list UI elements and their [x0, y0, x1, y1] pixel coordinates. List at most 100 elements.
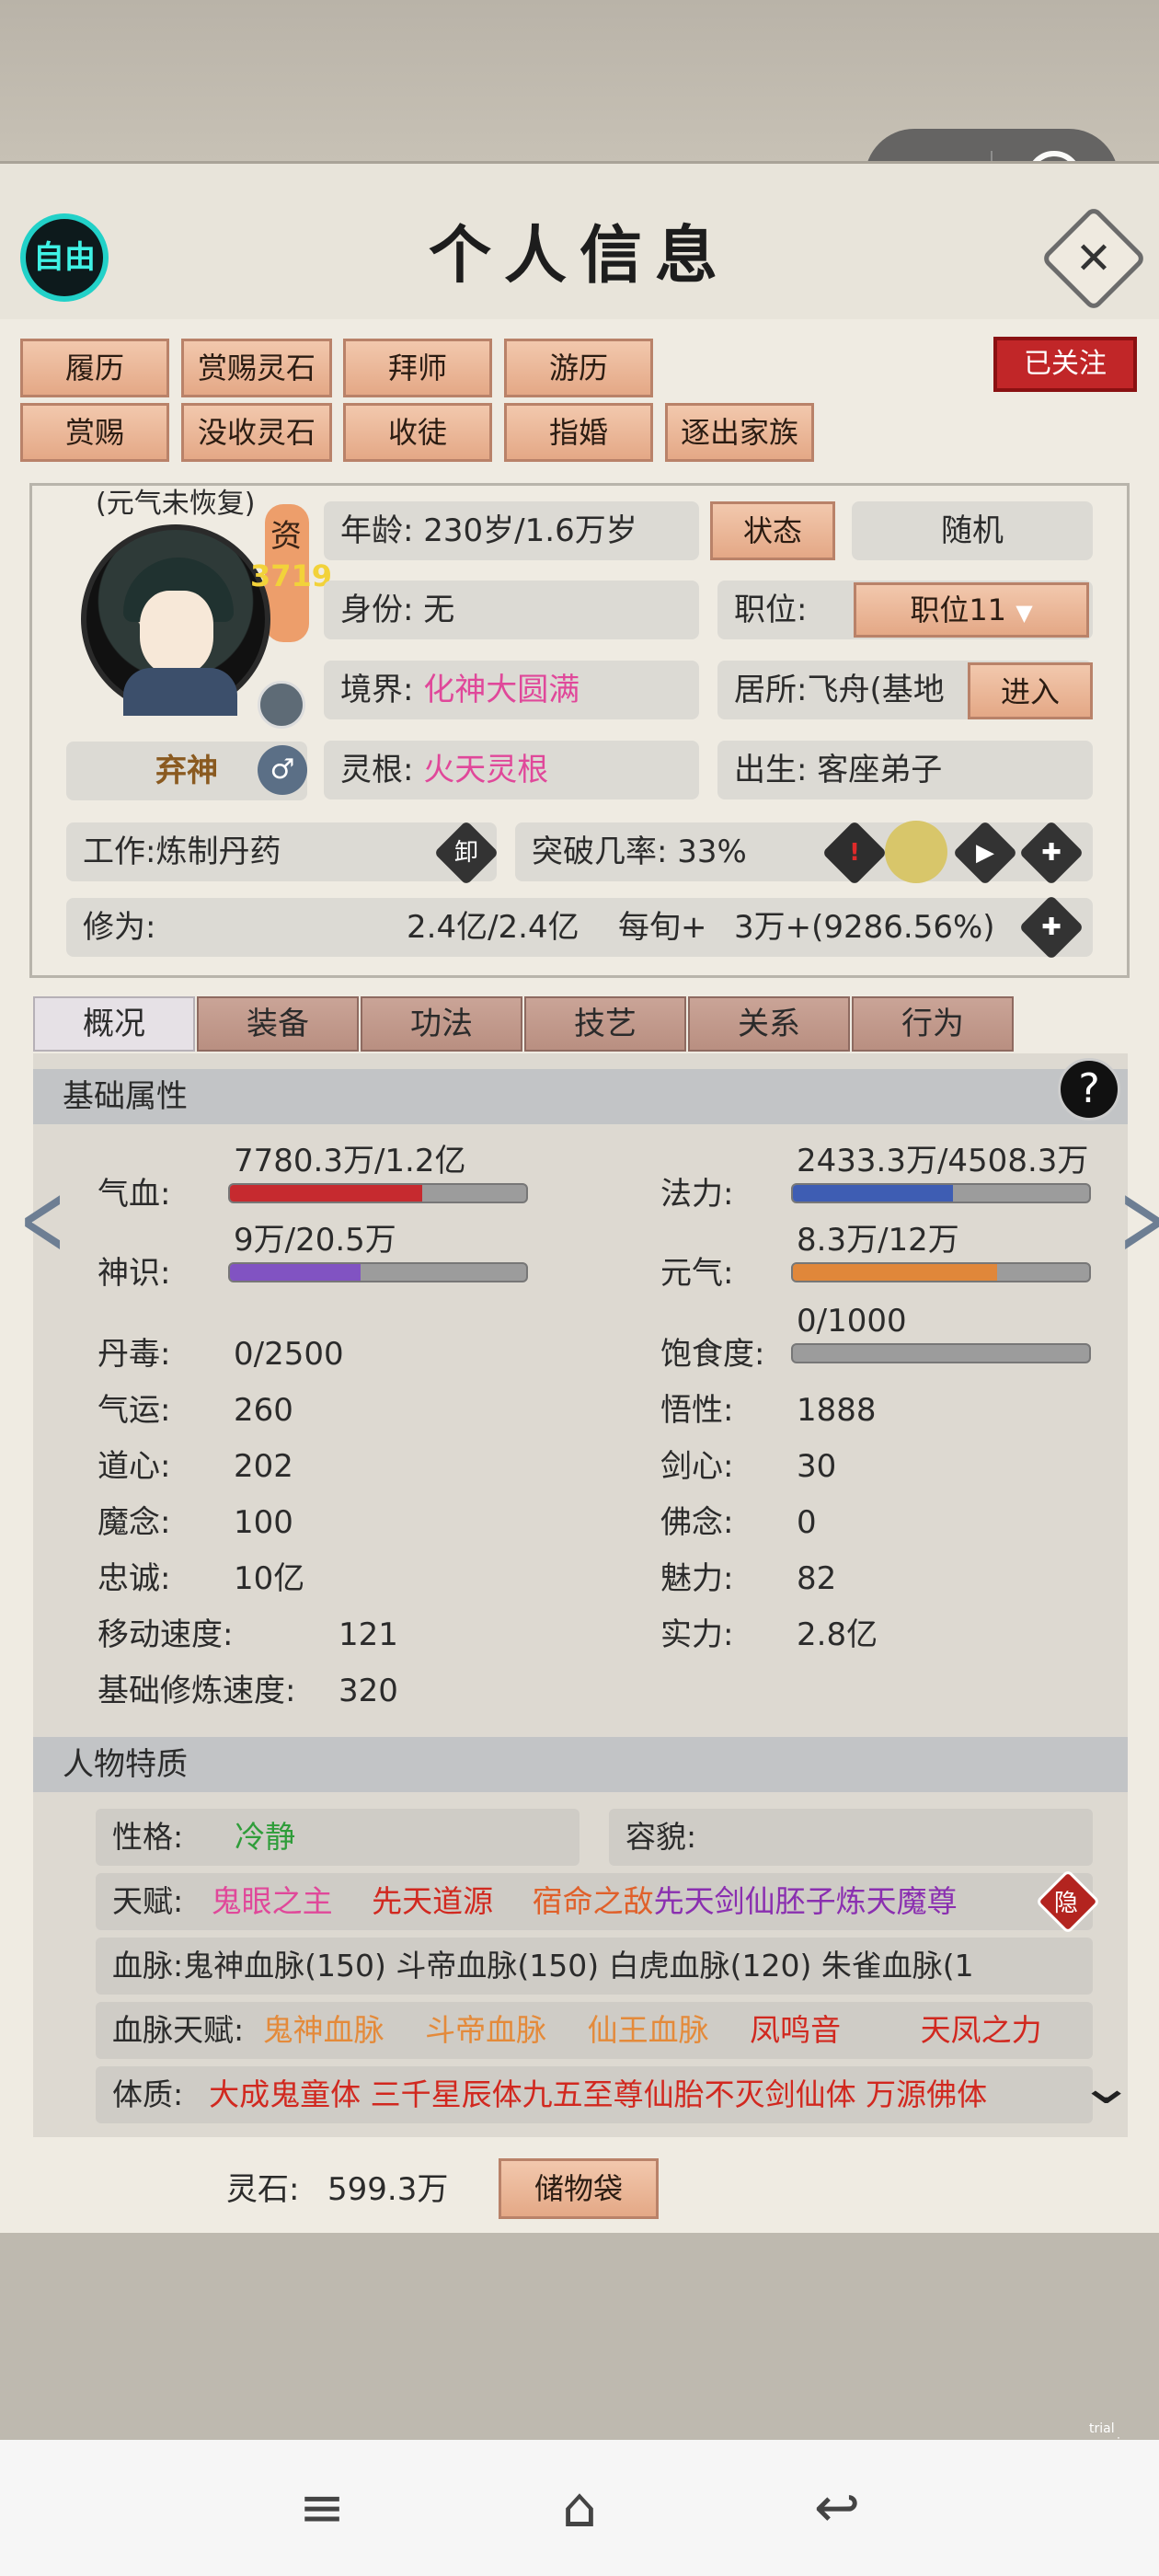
tab-behavior[interactable]: 行为 — [852, 996, 1014, 1052]
male-gender-icon: ♂ — [258, 745, 307, 795]
stat-label: 佛念: — [660, 1504, 734, 1541]
stat-value: 0/2500 — [234, 1336, 344, 1373]
satiety-label: 饱食度: — [660, 1336, 765, 1373]
realm-field: 境界: 化神大圆满 — [324, 661, 699, 719]
stat-value: 202 — [234, 1448, 293, 1485]
tab-overview[interactable]: 概况 — [33, 996, 195, 1052]
bloodline-talent-item: 凤鸣音 — [750, 2012, 842, 2048]
bloodline-talent-item: 天凤之力 — [920, 2012, 1042, 2048]
back-icon[interactable]: ↩ — [782, 2471, 892, 2545]
mp-bar — [791, 1183, 1091, 1203]
close-icon: ✕ — [1074, 233, 1113, 284]
stat-value: 121 — [339, 1616, 398, 1653]
spirit-stone-label: 灵石: — [226, 2171, 300, 2208]
bottom-scenery — [0, 2233, 1159, 2440]
sense-value: 9万/20.5万 — [234, 1222, 396, 1259]
next-character-icon[interactable]: > — [1119, 1168, 1159, 1270]
work-value: 炼制丹药 — [155, 834, 281, 870]
breakthrough-icon[interactable] — [885, 821, 947, 883]
stat-label: 忠诚: — [98, 1560, 171, 1597]
bloodline-field: 血脉:鬼神血脉(150) 斗帝血脉(150) 白虎血脉(120) 朱雀血脉(1 — [96, 1938, 1093, 1995]
action-apprentice-button[interactable]: 拜师 — [343, 339, 492, 397]
action-confiscate-button[interactable]: 没收灵石 — [181, 403, 332, 462]
avatar[interactable] — [81, 524, 270, 716]
tab-techniques[interactable]: 功法 — [361, 996, 522, 1052]
action-expel-button[interactable]: 逐出家族 — [665, 403, 814, 462]
sense-label: 神识: — [98, 1255, 171, 1292]
chevron-down-icon: ▼ — [1016, 600, 1033, 626]
enter-button[interactable]: 进入 — [968, 662, 1093, 719]
tab-relations[interactable]: 关系 — [688, 996, 850, 1052]
stat-value: 1888 — [797, 1392, 877, 1429]
tab-skills[interactable]: 技艺 — [524, 996, 686, 1052]
talent-field: 天赋: 鬼眼之主 先天道源 宿命之敌先天剑仙胚子炼天魔尊 — [96, 1873, 1093, 1930]
birth-field: 出生: 客座弟子 — [717, 741, 1093, 799]
random-button[interactable]: 随机 — [852, 501, 1093, 560]
position-value: 职位11 — [910, 592, 1007, 627]
stat-value: 10亿 — [234, 1560, 305, 1597]
personality-value: 冷静 — [235, 1819, 296, 1855]
hp-bar-fill — [230, 1185, 423, 1202]
play-icon[interactable]: ▶ — [952, 820, 1018, 886]
residence-value: 飞舟(基地 — [807, 672, 945, 708]
action-reward-button[interactable]: 赏赐 — [20, 403, 169, 462]
help-icon[interactable]: ? — [1058, 1058, 1120, 1121]
home-icon[interactable]: ⌂ — [524, 2471, 635, 2545]
plus-icon[interactable]: ✚ — [1018, 820, 1084, 886]
stat-value: 260 — [234, 1392, 293, 1429]
tab-equipment[interactable]: 装备 — [197, 996, 359, 1052]
talent-item: 宿命之敌 — [532, 1883, 654, 1919]
stat-label: 实力: — [660, 1616, 734, 1653]
vital-label: 元气: — [660, 1255, 734, 1292]
unload-job-button[interactable]: 卸 — [433, 820, 499, 886]
storage-bag-button[interactable]: 储物袋 — [499, 2158, 659, 2219]
work-field: 工作:炼制丹药 — [66, 822, 497, 881]
action-marriage-button[interactable]: 指婚 — [504, 403, 653, 462]
page-title: 个人信息 — [428, 219, 730, 293]
age-value: 230岁/1.6万岁 — [423, 512, 637, 549]
birth-value: 客座弟子 — [817, 752, 943, 788]
cultivation-value: 2.4亿/2.4亿 — [407, 909, 580, 946]
looks-field: 容貌: — [609, 1809, 1093, 1866]
physique-values: 大成鬼童体 三千星辰体九五至尊仙胎不灭剑仙体 万源佛体 — [209, 2076, 988, 2112]
stat-label: 气运: — [98, 1392, 171, 1429]
stat-label: 魔念: — [98, 1504, 171, 1541]
menu-icon[interactable]: ≡ — [267, 2471, 377, 2545]
free-button[interactable]: 自由 — [20, 213, 109, 302]
physique-field: 体质: 大成鬼童体 三千星辰体九五至尊仙胎不灭剑仙体 万源佛体 — [96, 2066, 1093, 2123]
warning-icon[interactable]: ! — [821, 820, 888, 886]
identity-value: 无 — [423, 592, 455, 628]
aptitude-label: 资 — [270, 518, 302, 555]
talent-item: 先天道源 — [372, 1883, 494, 1919]
followed-badge[interactable]: 已关注 — [993, 337, 1137, 392]
stat-value: 82 — [797, 1560, 837, 1597]
sense-bar-fill — [230, 1264, 361, 1281]
talent-item: 炼天魔尊 — [835, 1883, 958, 1919]
stat-label: 基础修炼速度: — [98, 1673, 296, 1709]
spirit-stone-value: 599.3万 — [327, 2171, 449, 2208]
satiety-bar — [791, 1343, 1091, 1363]
vital-value: 8.3万/12万 — [797, 1222, 959, 1259]
state-button[interactable]: 状态 — [710, 501, 835, 560]
action-history-button[interactable]: 履历 — [20, 339, 169, 397]
sense-bar — [228, 1262, 528, 1282]
prev-character-icon[interactable]: < — [19, 1168, 66, 1270]
action-travel-button[interactable]: 游历 — [504, 339, 653, 397]
action-recruit-button[interactable]: 收徒 — [343, 403, 492, 462]
scroll-down-icon[interactable]: ⌄ — [1077, 2057, 1135, 2115]
stat-label: 丹毒: — [98, 1336, 171, 1373]
hp-value: 7780.3万/1.2亿 — [234, 1143, 466, 1179]
vital-bar — [791, 1262, 1091, 1282]
age-field: 年龄: 230岁/1.6万岁 — [324, 501, 699, 560]
status-note: (元气未恢复) — [96, 488, 256, 520]
basic-attributes-header: 基础属性 — [33, 1069, 1128, 1124]
cultivation-field: 修为: 2.4亿/2.4亿 每旬+ 3万+(9286.56%) — [66, 898, 1093, 957]
bloodline-talent-field: 血脉天赋: 鬼神血脉 斗帝血脉 仙王血脉 凤鸣音 天凤之力 — [96, 2002, 1093, 2059]
mp-bar-fill — [793, 1185, 953, 1202]
position-dropdown[interactable]: 职位11 ▼ — [854, 582, 1089, 638]
action-reward-stone-button[interactable]: 赏赐灵石 — [181, 339, 332, 397]
vital-bar-fill — [793, 1264, 998, 1281]
stat-label: 移动速度: — [98, 1616, 234, 1653]
cultivation-plus-icon[interactable]: ✚ — [1018, 894, 1084, 960]
edit-avatar-icon[interactable] — [258, 681, 305, 729]
